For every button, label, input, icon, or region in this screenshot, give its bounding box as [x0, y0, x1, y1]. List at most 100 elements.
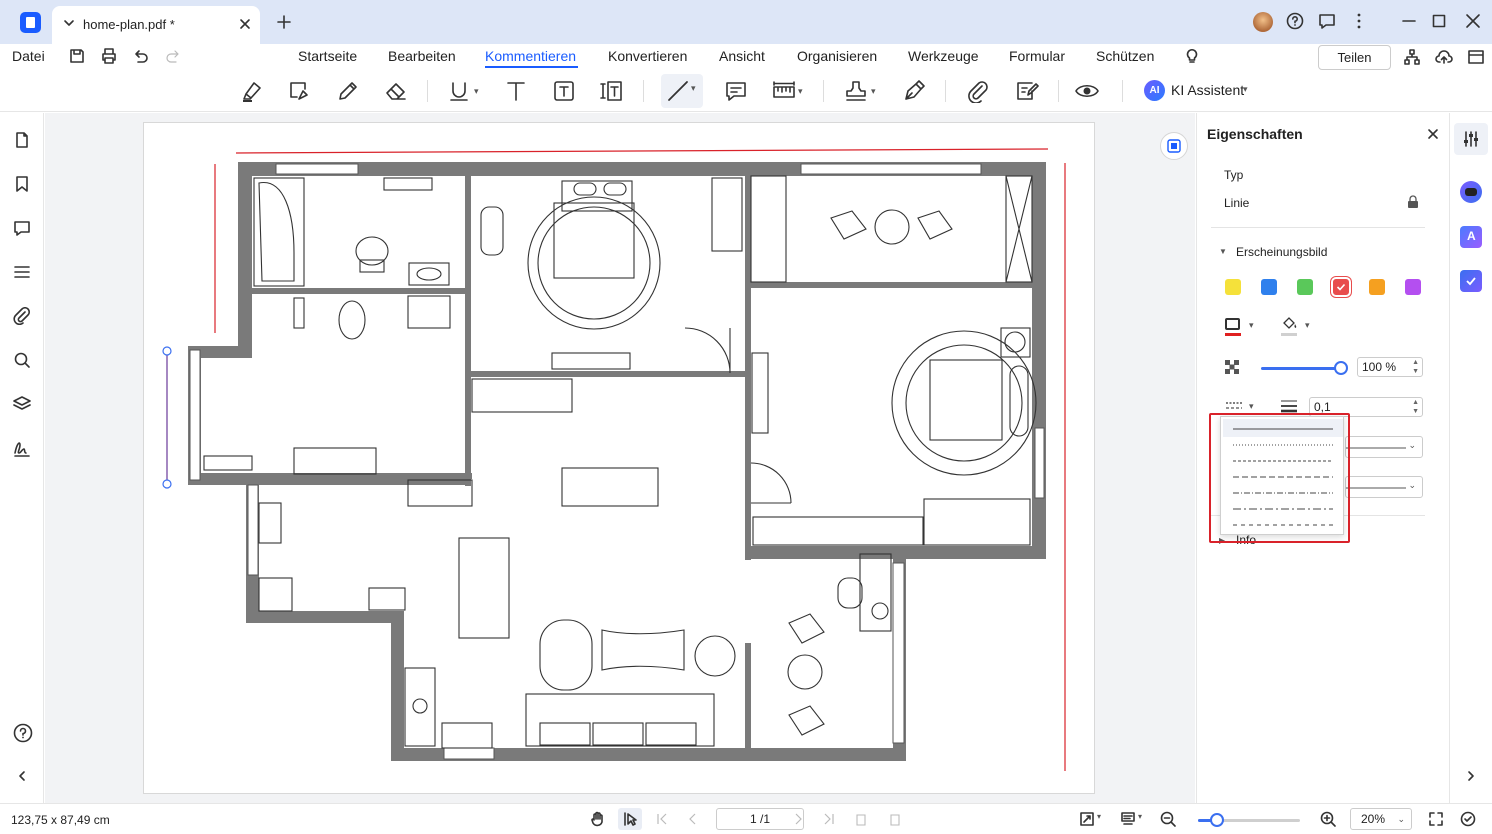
help-icon[interactable] — [13, 723, 33, 743]
appearance-section-label[interactable]: Erscheinungsbild — [1236, 245, 1327, 259]
user-avatar[interactable] — [1253, 12, 1273, 32]
chevron-down-icon[interactable]: ▾ — [1138, 812, 1142, 821]
color-swatch-blue[interactable] — [1261, 279, 1277, 295]
show-comments-toggle[interactable] — [1072, 76, 1102, 106]
color-swatch-red[interactable] — [1331, 277, 1351, 297]
help-icon[interactable] — [1286, 12, 1304, 30]
workflow-icon[interactable] — [1403, 48, 1421, 66]
zoom-level-select[interactable]: 20% ⌄ — [1350, 808, 1412, 830]
page-layout-icon[interactable] — [1120, 811, 1136, 827]
lightbulb-icon[interactable] — [1184, 48, 1200, 64]
page-fit-icon[interactable] — [1079, 811, 1095, 827]
callout-tool[interactable] — [597, 76, 627, 106]
maximize-icon[interactable] — [1431, 12, 1447, 30]
menu-konvertieren[interactable]: Konvertieren — [608, 48, 687, 64]
chevron-down-icon[interactable]: ▾ — [1243, 84, 1248, 95]
ai-assistant-icon[interactable]: AI — [1144, 80, 1165, 101]
text-tool[interactable] — [501, 76, 531, 106]
fullscreen-icon[interactable] — [1428, 811, 1444, 827]
start-arrow-select[interactable]: ⌄ — [1345, 436, 1423, 458]
checklist-icon[interactable] — [1460, 270, 1482, 292]
pdf-page[interactable] — [143, 122, 1095, 794]
line-tool[interactable]: ▾ — [661, 74, 703, 108]
stroke-color-icon[interactable] — [1225, 318, 1240, 330]
menu-startseite[interactable]: Startseite — [298, 48, 357, 64]
first-page-icon[interactable] — [655, 811, 669, 827]
document-canvas[interactable] — [45, 113, 1195, 803]
zoom-slider-knob[interactable] — [1210, 813, 1224, 827]
status-check-icon[interactable] — [1460, 811, 1476, 827]
menu-formular[interactable]: Formular — [1009, 48, 1065, 64]
line-style-icon[interactable] — [1225, 400, 1243, 414]
file-menu[interactable]: Datei — [12, 48, 45, 64]
color-swatch-purple[interactable] — [1405, 279, 1421, 295]
attachment-tool[interactable] — [963, 76, 993, 106]
ai-assistant-button[interactable]: KI Assistent — [1171, 82, 1244, 98]
chevron-down-icon[interactable]: ▾ — [474, 86, 479, 97]
bookmark-icon[interactable] — [13, 175, 31, 193]
eraser-tool[interactable] — [381, 76, 411, 106]
list-icon[interactable] — [13, 263, 31, 281]
chevron-down-icon[interactable]: ▾ — [798, 86, 803, 97]
chevron-down-icon[interactable]: ▾ — [1305, 320, 1310, 331]
close-icon[interactable] — [238, 17, 252, 31]
menu-schuetzen[interactable]: Schützen — [1096, 48, 1154, 64]
chevron-down-icon[interactable]: ▾ — [1249, 320, 1254, 331]
area-highlight-tool[interactable] — [284, 76, 314, 106]
fill-bucket-icon[interactable] — [1281, 317, 1299, 331]
cloud-upload-icon[interactable] — [1435, 48, 1453, 66]
menu-organisieren[interactable]: Organisieren — [797, 48, 877, 64]
pencil-tool[interactable] — [333, 76, 363, 106]
zoom-out-icon[interactable] — [1160, 811, 1176, 827]
select-tool-button[interactable] — [618, 808, 642, 830]
rotate-right-icon[interactable] — [887, 811, 903, 827]
color-swatch-yellow[interactable] — [1225, 279, 1241, 295]
hand-tool-icon[interactable] — [590, 811, 606, 828]
color-swatch-orange[interactable] — [1369, 279, 1385, 295]
menu-kommentieren[interactable]: Kommentieren — [485, 48, 576, 64]
signature-tool[interactable] — [899, 76, 929, 106]
ai-chat-icon[interactable] — [1460, 181, 1482, 203]
expand-triangle-icon[interactable]: ▼ — [1219, 247, 1227, 256]
chevron-down-icon[interactable] — [62, 16, 76, 30]
window-close-icon[interactable] — [1465, 12, 1481, 30]
panel-layout-icon[interactable] — [1467, 48, 1485, 66]
menu-ansicht[interactable]: Ansicht — [719, 48, 765, 64]
feedback-icon[interactable] — [1318, 12, 1336, 30]
fit-page-button[interactable] — [1160, 132, 1188, 160]
translate-icon[interactable]: A — [1460, 226, 1482, 248]
opacity-input[interactable]: 100 % ▲ ▼ — [1357, 357, 1423, 377]
collapse-right-icon[interactable] — [1464, 769, 1478, 783]
previous-page-icon[interactable] — [686, 811, 700, 827]
attachment-icon[interactable] — [13, 307, 31, 325]
chevron-down-icon[interactable]: ▾ — [871, 86, 876, 97]
undo-icon[interactable] — [132, 47, 150, 65]
print-icon[interactable] — [100, 47, 118, 65]
minimize-icon[interactable] — [1401, 12, 1417, 30]
stepper-arrows-icon[interactable]: ▲ ▼ — [1412, 358, 1419, 376]
properties-rail-button[interactable] — [1454, 123, 1488, 155]
menu-werkzeuge[interactable]: Werkzeuge — [908, 48, 979, 64]
more-vertical-icon[interactable] — [1350, 12, 1368, 30]
chevron-down-icon[interactable]: ▾ — [1249, 401, 1254, 412]
comment-icon[interactable] — [13, 219, 31, 237]
opacity-slider-track[interactable] — [1261, 367, 1341, 370]
plus-icon[interactable] — [276, 14, 292, 30]
lock-icon[interactable] — [1407, 195, 1419, 209]
end-arrow-select[interactable]: ⌄ — [1345, 476, 1423, 498]
redo-icon[interactable] — [164, 47, 182, 65]
stepper-arrows-icon[interactable]: ▲ ▼ — [1412, 398, 1419, 416]
page-thumbnail-icon[interactable] — [13, 131, 31, 149]
next-page-icon[interactable] — [791, 811, 805, 827]
form-tool[interactable] — [1012, 76, 1042, 106]
textbox-tool[interactable] — [549, 76, 579, 106]
share-button[interactable]: Teilen — [1318, 45, 1391, 70]
document-tab[interactable]: home-plan.pdf * — [52, 6, 260, 44]
measure-tool[interactable] — [769, 76, 799, 106]
opacity-slider-knob[interactable] — [1334, 361, 1348, 375]
zoom-in-icon[interactable] — [1320, 811, 1336, 827]
signature-icon[interactable] — [13, 439, 31, 457]
underline-tool[interactable] — [444, 76, 474, 106]
close-icon[interactable] — [1426, 127, 1440, 141]
stamp-tool[interactable] — [841, 76, 871, 106]
